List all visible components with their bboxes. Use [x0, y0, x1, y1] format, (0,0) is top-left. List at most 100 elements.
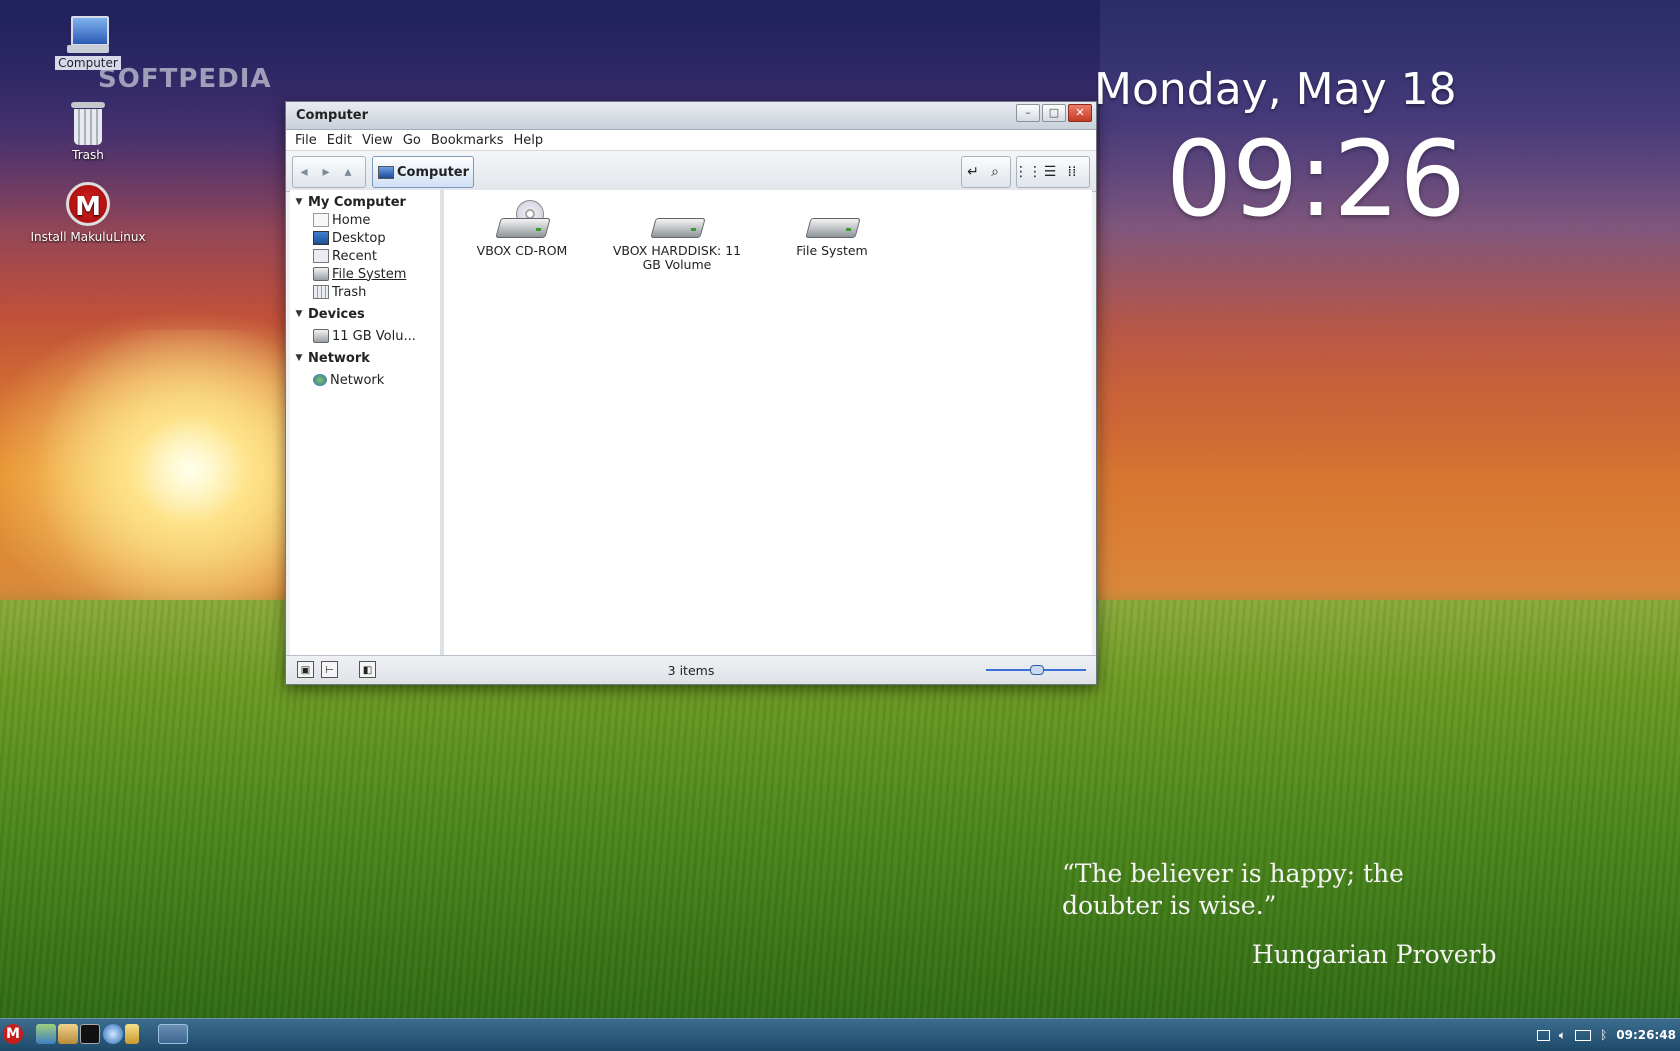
sidebar-section-network[interactable]: ▼ Network — [290, 349, 440, 367]
menu-view[interactable]: View — [362, 133, 393, 148]
window-titlebar[interactable]: Computer – □ ✕ — [286, 102, 1096, 130]
forward-arrow-icon[interactable]: ▸ — [315, 161, 337, 183]
section-title: Devices — [308, 306, 365, 322]
taskbar-clock[interactable]: 09:26:48 — [1616, 1028, 1676, 1042]
folder-launcher-icon[interactable] — [125, 1024, 139, 1044]
back-arrow-icon[interactable]: ◂ — [293, 161, 315, 183]
file-manager-window: Computer – □ ✕ File Edit View Go Bookmar… — [285, 101, 1097, 685]
sidebar-item-label: Trash — [332, 284, 367, 300]
file-label: VBOX HARDDISK: 11 GB Volume — [612, 243, 742, 272]
home-folder-launcher-icon[interactable] — [58, 1024, 78, 1044]
quote-author: Hungarian Proverb — [1252, 940, 1497, 969]
breadcrumb-label: Computer — [397, 164, 470, 180]
sidebar-item-network[interactable]: Network — [290, 371, 440, 389]
desktop-icon-label: Install MakuluLinux — [30, 230, 146, 244]
file-view: VBOX CD-ROM VBOX HARDDISK: 11 GB Volume … — [444, 190, 1092, 655]
window-title: Computer — [296, 108, 369, 123]
desktop-icon — [313, 231, 329, 245]
menubar: File Edit View Go Bookmarks Help — [286, 130, 1096, 151]
drive-icon — [313, 329, 329, 343]
terminal-launcher-icon[interactable] — [80, 1024, 100, 1044]
bluetooth-icon[interactable]: ᛒ — [1600, 1028, 1607, 1042]
icon-view-icon[interactable]: ⋮⋮ — [1014, 161, 1042, 183]
desktop-icon-computer[interactable]: Computer — [33, 14, 143, 70]
desktop-icon-label: Trash — [72, 148, 104, 162]
sidebar-item-home[interactable]: Home — [290, 211, 440, 229]
drive-icon — [313, 267, 329, 281]
file-item-vbox-harddisk[interactable]: VBOX HARDDISK: 11 GB Volume — [607, 200, 747, 272]
section-title: Network — [308, 350, 370, 366]
trash-icon — [313, 285, 329, 299]
sidebar-item-label: File System — [332, 266, 407, 282]
close-button[interactable]: ✕ — [1068, 104, 1092, 122]
cdrom-icon — [495, 200, 551, 240]
file-item-file-system[interactable]: File System — [762, 200, 902, 258]
clock-date: Monday, May 18 — [1094, 64, 1457, 115]
sidebar-item-trash[interactable]: Trash — [290, 283, 440, 301]
makulu-install-icon: M — [66, 182, 110, 226]
menu-file[interactable]: File — [295, 133, 317, 148]
sidebar-item-label: Network — [330, 372, 385, 388]
maximize-button[interactable]: □ — [1042, 104, 1066, 122]
taskbar: M 🔈︎ ᛒ 09:26:48 — [0, 1018, 1680, 1051]
sidebar-item-11gb-volume[interactable]: 11 GB Volu... — [290, 327, 440, 345]
sidebar-item-label: 11 GB Volu... — [332, 328, 416, 344]
volume-icon[interactable]: 🔈︎ — [1559, 1028, 1566, 1043]
sidebar-item-recent[interactable]: Recent — [290, 247, 440, 265]
places-sidebar: ▼ My Computer Home Desktop Recent File Sy… — [290, 190, 444, 655]
home-icon — [313, 213, 329, 227]
zoom-slider[interactable] — [986, 665, 1086, 675]
file-manager-launcher-icon[interactable] — [36, 1024, 56, 1044]
sidebar-item-label: Desktop — [332, 230, 386, 246]
menu-edit[interactable]: Edit — [327, 133, 352, 148]
recent-icon — [313, 249, 329, 263]
list-view-icon[interactable]: ☰ — [1039, 161, 1061, 183]
sidebar-item-file-system[interactable]: File System — [290, 265, 440, 283]
desktop-icon-install-makululinux[interactable]: M Install MakuluLinux — [23, 182, 153, 244]
sidebar-section-my-computer[interactable]: ▼ My Computer — [290, 193, 440, 211]
menu-go[interactable]: Go — [403, 133, 421, 148]
menu-bookmarks[interactable]: Bookmarks — [431, 133, 504, 148]
harddisk-icon — [805, 200, 861, 240]
sidebar-item-label: Home — [332, 212, 371, 228]
up-arrow-icon[interactable]: ▴ — [337, 161, 359, 183]
toolbar: ◂ ▸ ▴ Computer ↵ ⌕ ⋮⋮ ☰ ⁞⁞ — [286, 151, 1096, 192]
clock-time: 09:26 — [1166, 118, 1466, 240]
computer-icon — [65, 14, 111, 54]
taskbar-window-computer[interactable] — [158, 1024, 188, 1044]
desktop-icon-trash[interactable]: Trash — [33, 102, 143, 162]
compact-view-icon[interactable]: ⁞⁞ — [1061, 161, 1083, 183]
browser-launcher-icon[interactable] — [103, 1024, 123, 1044]
chevron-down-icon: ▼ — [295, 309, 303, 319]
section-title: My Computer — [308, 194, 406, 210]
menu-help[interactable]: Help — [513, 133, 543, 148]
chevron-down-icon: ▼ — [295, 197, 303, 207]
chevron-down-icon: ▼ — [295, 353, 303, 363]
trash-icon — [71, 102, 105, 146]
system-tray: 🔈︎ ᛒ 09:26:48 — [1536, 1019, 1676, 1051]
zoom-slider-handle[interactable] — [1030, 665, 1044, 675]
tool-button-group: ↵ ⌕ — [961, 156, 1011, 188]
network-icon — [313, 374, 327, 386]
workspace-icon[interactable] — [1536, 1029, 1550, 1041]
quote-text: “The believer is happy; the doubter is w… — [1062, 859, 1404, 920]
file-item-vbox-cdrom[interactable]: VBOX CD-ROM — [452, 200, 592, 258]
sidebar-item-label: Recent — [332, 248, 377, 264]
view-button-group: ⋮⋮ ☰ ⁞⁞ — [1014, 156, 1090, 188]
desktop-icon-label: Computer — [55, 56, 121, 70]
toggle-location-icon[interactable]: ↵ — [962, 161, 984, 183]
file-label: VBOX CD-ROM — [476, 243, 568, 258]
search-icon[interactable]: ⌕ — [984, 161, 1006, 183]
computer-icon — [378, 165, 394, 179]
minimize-button[interactable]: – — [1016, 104, 1040, 122]
file-label: File System — [796, 243, 868, 258]
sidebar-section-devices[interactable]: ▼ Devices — [290, 305, 440, 323]
sidebar-item-desktop[interactable]: Desktop — [290, 229, 440, 247]
network-status-icon[interactable] — [1575, 1029, 1592, 1041]
nav-button-group: ◂ ▸ ▴ — [292, 156, 366, 188]
location-breadcrumb[interactable]: Computer — [372, 156, 475, 188]
item-count: 3 items — [667, 663, 715, 678]
harddisk-icon — [650, 200, 706, 240]
statusbar: ▣ ⊢ ◧ 3 items — [286, 655, 1096, 684]
start-menu-button[interactable]: M — [3, 1024, 23, 1044]
